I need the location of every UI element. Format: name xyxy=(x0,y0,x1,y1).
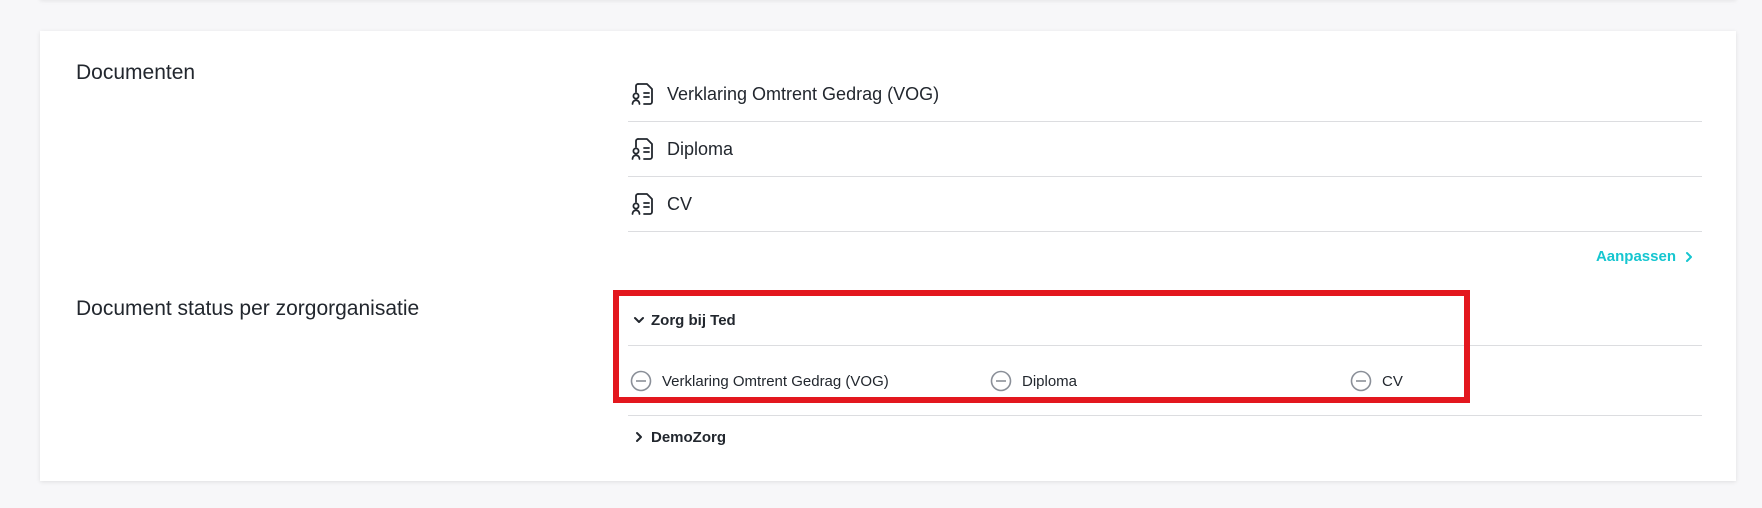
chevron-right-icon xyxy=(632,430,646,444)
document-item-label: Verklaring Omtrent Gedrag (VOG) xyxy=(667,83,940,104)
organization-toggle-zorg-bij-ted[interactable]: Zorg bij Ted xyxy=(628,295,1702,346)
status-item-label: CV xyxy=(1382,372,1403,390)
document-icon xyxy=(630,81,656,107)
status-item-cv: CV xyxy=(1350,370,1403,392)
chevron-down-icon xyxy=(632,313,646,327)
document-icon xyxy=(630,136,656,162)
edit-documents-link[interactable]: Aanpassen xyxy=(1596,248,1694,265)
document-item-label: Diploma xyxy=(667,138,734,159)
organization-name: Zorg bij Ted xyxy=(651,311,736,329)
status-item-label: Verklaring Omtrent Gedrag (VOG) xyxy=(662,372,889,390)
organization-document-statuses: Verklaring Omtrent Gedrag (VOG) Diploma … xyxy=(628,346,1702,416)
document-item-diploma[interactable]: Diploma xyxy=(628,122,1702,177)
organization-status-list: Zorg bij Ted Verklaring Omtrent Gedrag (… xyxy=(628,295,1702,458)
minus-circle-icon xyxy=(1350,370,1372,392)
status-section-title: Document status per zorgorganisatie xyxy=(76,297,420,320)
document-item-label: CV xyxy=(667,193,693,214)
document-icon xyxy=(630,191,656,217)
documents-section-title: Documenten xyxy=(76,61,196,84)
documents-card: Documenten Verklaring Omtrent Gedrag (VO… xyxy=(40,31,1736,481)
chevron-right-icon xyxy=(1684,251,1694,263)
edit-documents-label: Aanpassen xyxy=(1595,248,1676,265)
documents-list: Verklaring Omtrent Gedrag (VOG) Diploma xyxy=(628,67,1702,232)
status-item-label: Diploma xyxy=(1022,372,1078,390)
document-item-cv[interactable]: CV xyxy=(628,177,1702,232)
minus-circle-icon xyxy=(630,370,652,392)
organization-toggle-demozorg[interactable]: DemoZorg xyxy=(628,416,1702,458)
organization-name: DemoZorg xyxy=(651,428,726,446)
status-item-diploma: Diploma xyxy=(990,370,1077,392)
minus-circle-icon xyxy=(990,370,1012,392)
status-item-vog: Verklaring Omtrent Gedrag (VOG) xyxy=(630,370,889,392)
document-item-vog[interactable]: Verklaring Omtrent Gedrag (VOG) xyxy=(628,67,1702,122)
